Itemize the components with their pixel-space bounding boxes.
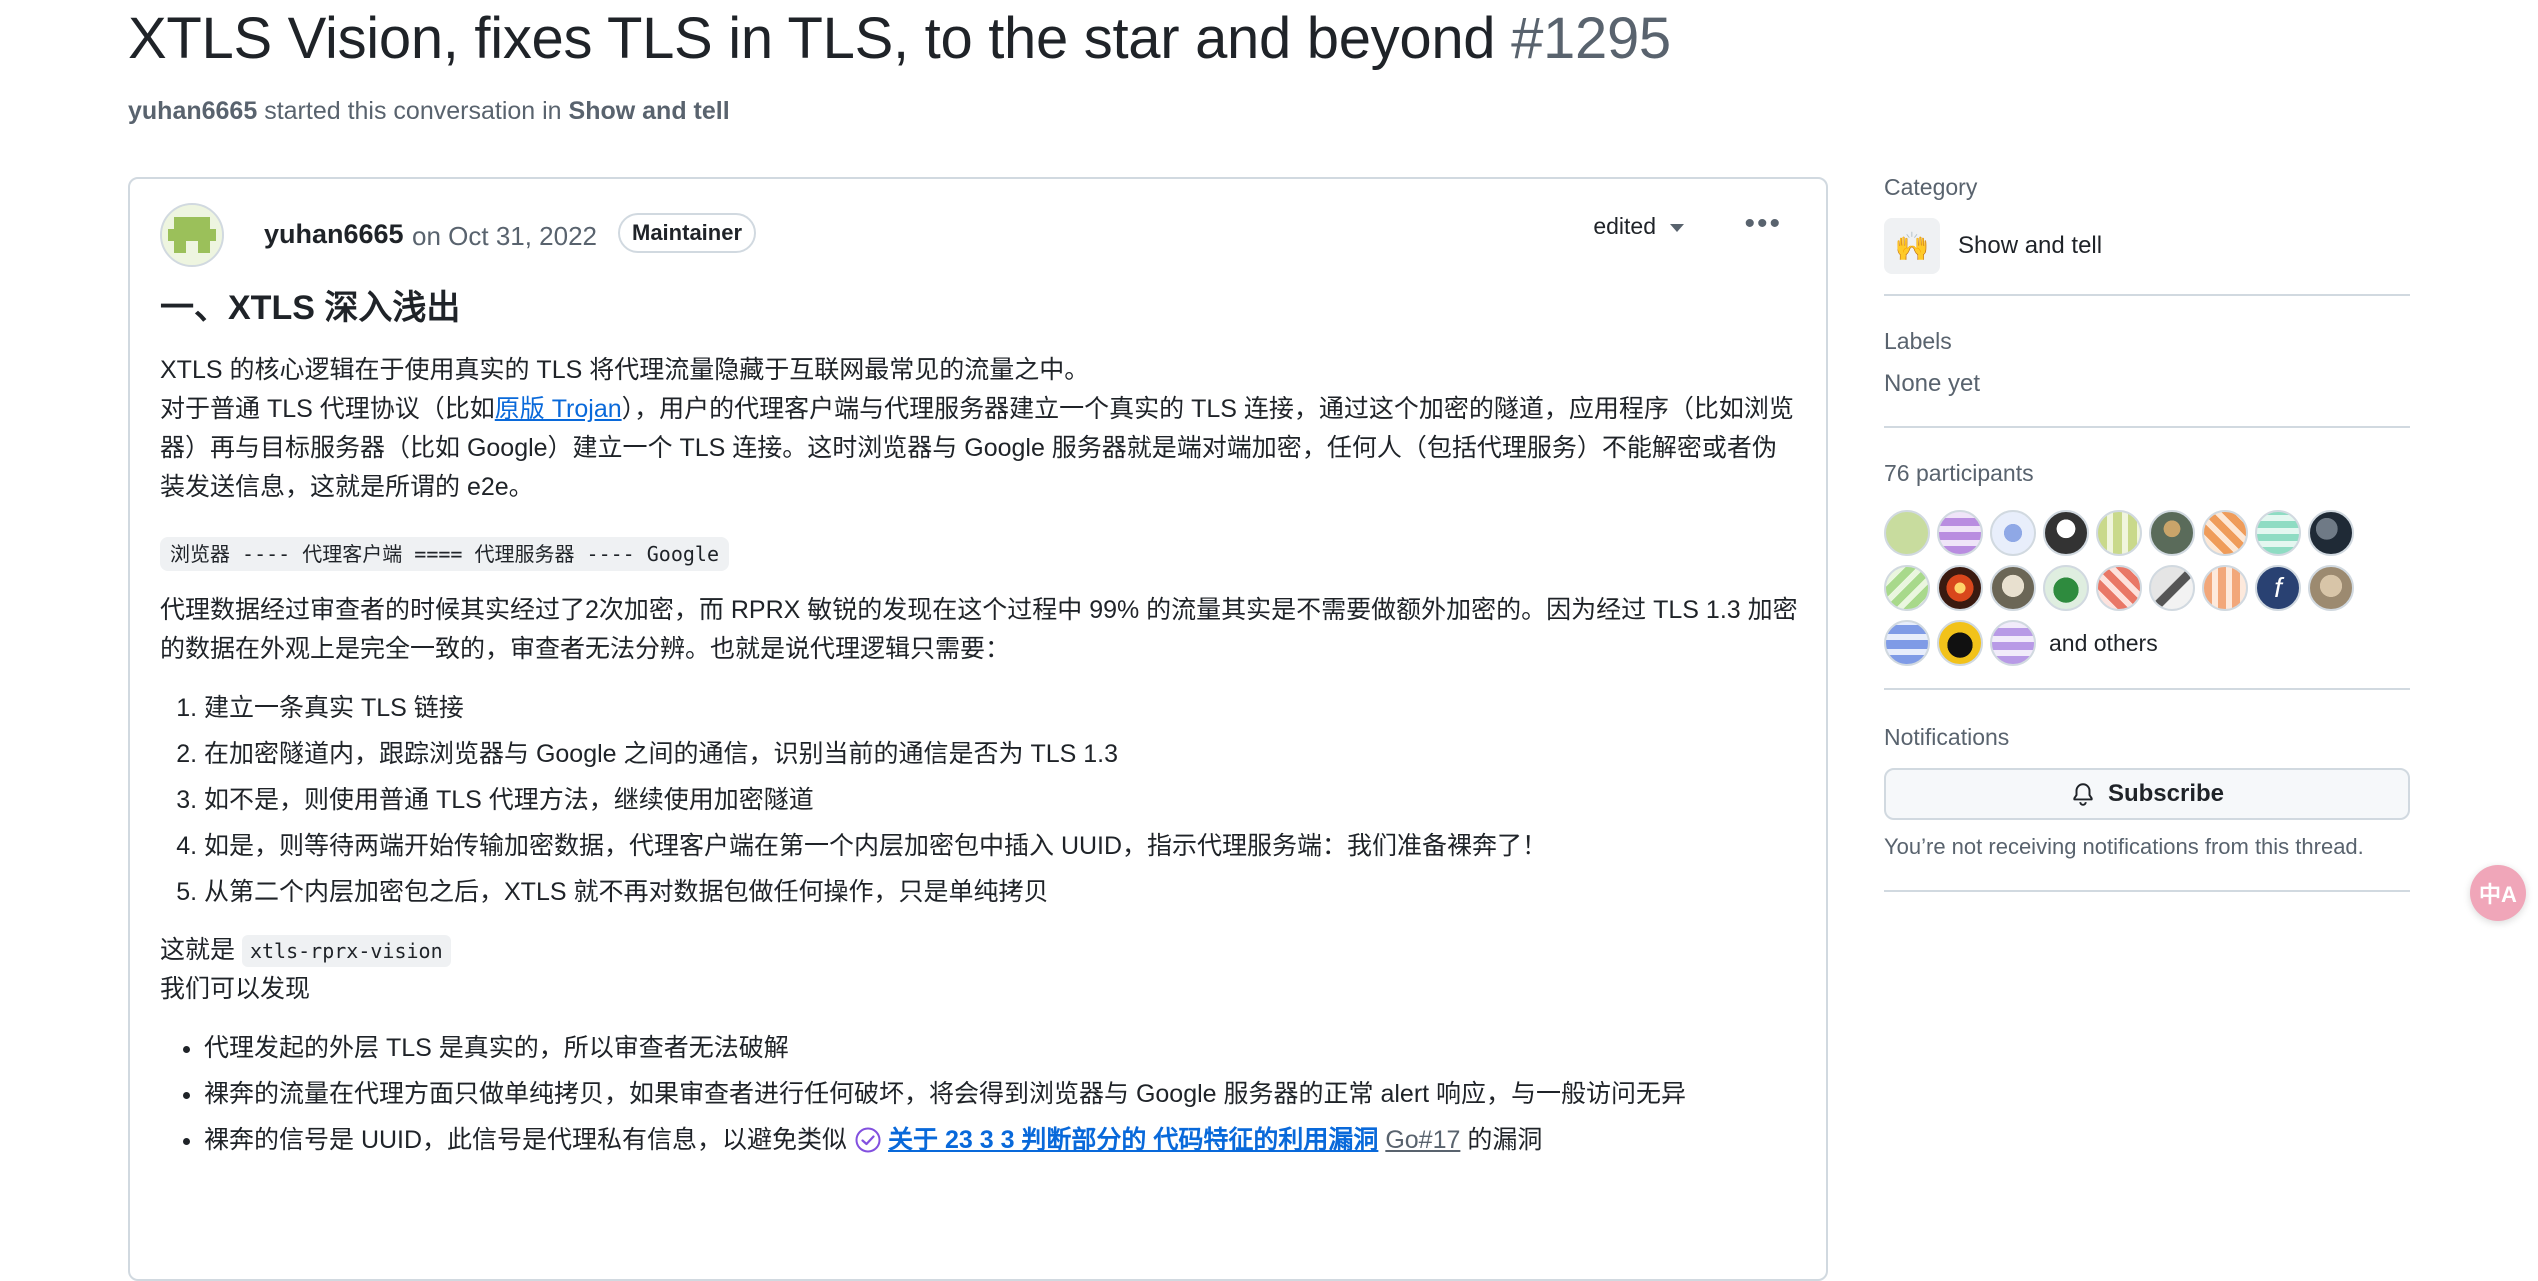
identicon-icon [162, 205, 222, 265]
bullet-list: 代理发起的外层 TLS 是真实的，所以审查者无法破解 裸奔的流量在代理方面只做单… [160, 1025, 1800, 1163]
issue-ref[interactable]: Go#17 [1385, 1126, 1460, 1154]
avatar[interactable] [1990, 510, 2036, 556]
check-circle-icon [855, 1127, 881, 1153]
trojan-link[interactable]: 原版 Trojan [495, 395, 622, 423]
list-item: 裸奔的流量在代理方面只做单纯拷贝，如果审查者进行任何破坏，将会得到浏览器与 Go… [204, 1071, 1800, 1117]
category-name: Show and tell [1958, 232, 2103, 259]
and-others-link[interactable]: and others [2049, 620, 2158, 666]
paragraph-4: 这就是 xtls-rprx-vision [160, 931, 1800, 970]
participants-title: 76 participants [1884, 460, 2034, 486]
subtitle-author-link[interactable]: yuhan6665 [128, 97, 257, 125]
discussion-sidebar: Category 🙌 Show and tell Labels None yet… [1884, 160, 2410, 892]
list-item: 裸奔的信号是 UUID，此信号是代理私有信息，以避免类似 关于 23 3 3 判… [204, 1117, 1800, 1163]
divider [1884, 890, 2410, 892]
avatar[interactable] [2308, 565, 2354, 611]
avatar[interactable]: f [2255, 565, 2301, 611]
avatar[interactable] [2149, 510, 2195, 556]
discussion-post-card: yuhan6665 on Oct 31, 2022 Maintainer edi… [128, 177, 1828, 1281]
section-heading: 一、XTLS 深入浅出 [160, 289, 461, 327]
avatar[interactable] [1990, 620, 2036, 666]
post-body: 一、XTLS 深入浅出 XTLS 的核心逻辑在于使用真实的 TLS 将代理流量隐… [160, 285, 1800, 1179]
paragraph-4-text: 这就是 [160, 936, 236, 964]
post-date[interactable]: on Oct 31, 2022 [412, 221, 597, 252]
bullet-3-before: 裸奔的信号是 UUID，此信号是代理私有信息，以避免类似 [204, 1126, 848, 1154]
maintainer-badge: Maintainer [618, 213, 757, 253]
paragraph-3: 代理数据经过审查者的时候其实经过了2次加密，而 RPRX 敏锐的发现在这个过程中… [160, 596, 1798, 663]
divider [1884, 688, 2410, 690]
edited-label: edited [1593, 213, 1656, 239]
category-item[interactable]: 🙌 Show and tell [1884, 218, 2410, 274]
avatar[interactable] [1884, 565, 1930, 611]
caret-down-icon [1670, 223, 1684, 232]
list-item: 如是，则等待两端开始传输加密数据，代理客户端在第一个内层加密包中插入 UUID，… [204, 823, 1800, 869]
avatar[interactable] [2255, 510, 2301, 556]
notification-note: You’re not receiving notifications from … [1884, 834, 2364, 859]
avatar[interactable] [2202, 510, 2248, 556]
avatar[interactable] [1937, 510, 1983, 556]
subscribe-label: Subscribe [2107, 780, 2225, 807]
paragraph-2: 对于普通 TLS 代理协议（比如原版 Trojan），用户的代理客户端与代理服务… [160, 390, 1800, 507]
category-title: Category [1884, 174, 1978, 200]
bullet-3-after: 的漏洞 [1467, 1126, 1543, 1154]
avatar[interactable] [2096, 565, 2142, 611]
code-snippet: 浏览器 ---- 代理客户端 ==== 代理服务器 ---- Google [160, 537, 729, 571]
avatar[interactable] [1884, 620, 1930, 666]
avatar[interactable] [1884, 510, 1930, 556]
avatar[interactable] [2043, 565, 2089, 611]
more-options-icon[interactable]: ••• [1744, 207, 1782, 241]
paragraph-5: 我们可以发现 [160, 975, 311, 1003]
issue-link[interactable]: 关于 23 3 3 判断部分的 代码特征的利用漏洞 [888, 1126, 1378, 1154]
post-author-link[interactable]: yuhan6665 [264, 219, 404, 250]
post-header: yuhan6665 on Oct 31, 2022 Maintainer edi… [160, 193, 1796, 267]
subscribe-button[interactable]: Subscribe [1884, 768, 2410, 820]
inline-code: xtls-rprx-vision [241, 935, 451, 967]
author-avatar[interactable] [160, 203, 224, 267]
divider [1884, 294, 2410, 296]
avatar[interactable] [2149, 565, 2195, 611]
list-item: 在加密隧道内，跟踪浏览器与 Google 之间的通信，识别当前的通信是否为 TL… [204, 731, 1800, 777]
subtitle-text: started this conversation in [264, 97, 562, 125]
discussion-number: #1295 [1511, 6, 1671, 71]
participants-list: f and others [1884, 510, 2404, 666]
avatar[interactable] [2043, 510, 2089, 556]
discussion-title: XTLS Vision, fixes TLS in TLS, to the st… [128, 2, 1671, 76]
divider [1884, 426, 2410, 428]
bell-icon [2073, 783, 2093, 806]
raised-hands-icon: 🙌 [1884, 218, 1940, 274]
list-item: 从第二个内层加密包之后，XTLS 就不再对数据包做任何操作，只是单纯拷贝 [204, 869, 1800, 915]
avatar[interactable] [2308, 510, 2354, 556]
avatar[interactable] [1937, 565, 1983, 611]
list-item: 如不是，则使用普通 TLS 代理方法，继续使用加密隧道 [204, 777, 1800, 823]
avatar[interactable] [1937, 620, 1983, 666]
list-item: 建立一条真实 TLS 链接 [204, 685, 1800, 731]
paragraph-2-before: 对于普通 TLS 代理协议（比如 [160, 395, 495, 423]
title-text: XTLS Vision, fixes TLS in TLS, to the st… [128, 6, 1496, 71]
discussion-subtitle: yuhan6665 started this conversation in S… [128, 94, 730, 128]
labels-value: None yet [1884, 370, 1981, 397]
notifications-title: Notifications [1884, 724, 2010, 750]
subtitle-category-link[interactable]: Show and tell [569, 97, 730, 125]
steps-list: 建立一条真实 TLS 链接 在加密隧道内，跟踪浏览器与 Google 之间的通信… [160, 685, 1800, 915]
avatar[interactable] [2202, 565, 2248, 611]
paragraph-1: XTLS 的核心逻辑在于使用真实的 TLS 将代理流量隐藏于互联网最常见的流量之… [160, 356, 1090, 384]
avatar[interactable] [2096, 510, 2142, 556]
translate-icon[interactable]: 中A [2470, 865, 2526, 921]
list-item: 代理发起的外层 TLS 是真实的，所以审查者无法破解 [204, 1025, 1800, 1071]
edited-dropdown[interactable]: edited [1593, 213, 1684, 240]
avatar[interactable] [1990, 565, 2036, 611]
labels-title: Labels [1884, 328, 1952, 354]
